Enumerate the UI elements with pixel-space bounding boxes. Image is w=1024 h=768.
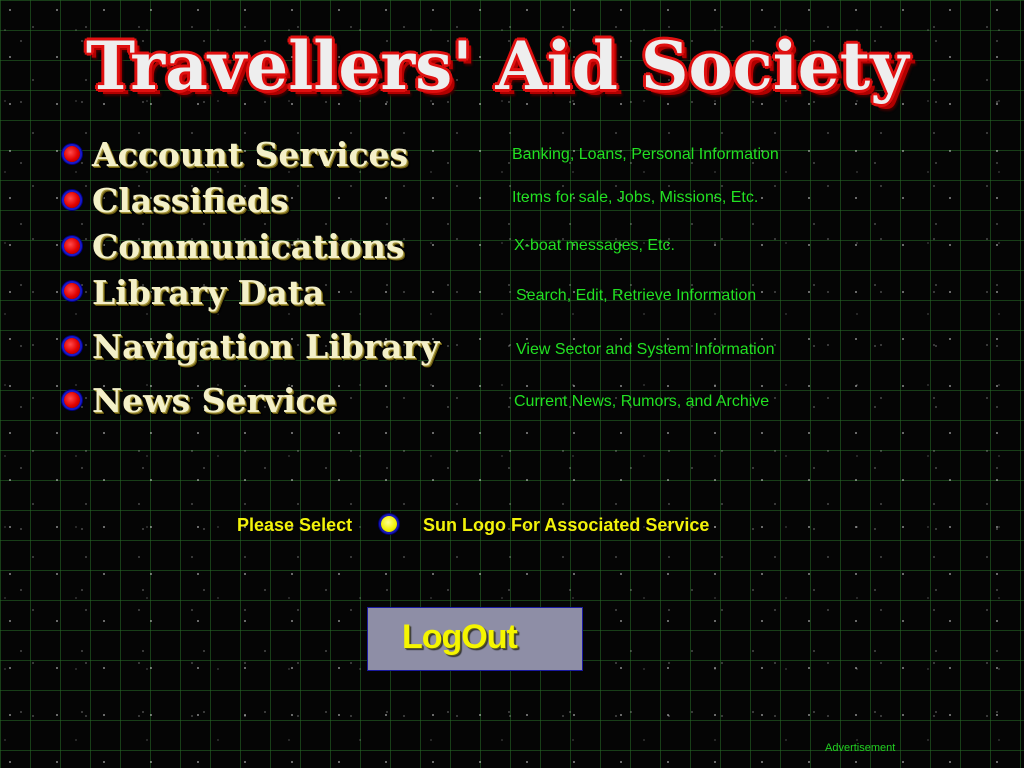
library-data-link[interactable]: Library Data [92,274,324,312]
logout-button[interactable]: LogOut [367,607,583,671]
service-row-account-services: Account Services Banking, Loans, Persona… [62,136,962,176]
red-orb-icon[interactable] [64,338,80,354]
classifieds-link[interactable]: Classifieds [92,182,289,220]
classifieds-description: Items for sale, Jobs, Missions, Etc. [512,189,759,206]
news-service-description: Current News, Rumors, and Archive [514,393,770,410]
service-row-communications: Communications X-boat messages, Etc. [62,228,962,268]
select-prompt-prefix: Please Select [237,515,353,535]
service-row-navigation-library: Navigation Library View Sector and Syste… [62,328,962,368]
communications-description: X-boat messages, Etc. [514,237,675,254]
navigation-library-description: View Sector and System Information [516,341,775,358]
red-orb-icon[interactable] [64,238,80,254]
navigation-library-link[interactable]: Navigation Library [92,328,439,366]
account-services-link[interactable]: Account Services [92,136,408,174]
news-service-link[interactable]: News Service [92,382,337,420]
communications-link[interactable]: Communications [92,228,404,266]
red-orb-icon[interactable] [64,392,80,408]
red-orb-icon[interactable] [64,192,80,208]
service-row-news-service: News Service Current News, Rumors, and A… [62,382,962,422]
service-row-library-data: Library Data Search, Edit, Retrieve Info… [62,274,962,314]
select-prompt-suffix: Sun Logo For Associated Service [423,515,710,535]
library-data-description: Search, Edit, Retrieve Information [516,287,757,304]
sun-logo-icon [381,516,397,532]
red-orb-icon[interactable] [64,146,80,162]
red-orb-icon[interactable] [64,283,80,299]
advertisement-link[interactable]: Advertisement [825,741,895,755]
account-services-description: Banking, Loans, Personal Information [512,146,779,163]
logout-label: LogOut [402,618,518,656]
service-row-classifieds: Classifieds Items for sale, Jobs, Missio… [62,182,962,222]
